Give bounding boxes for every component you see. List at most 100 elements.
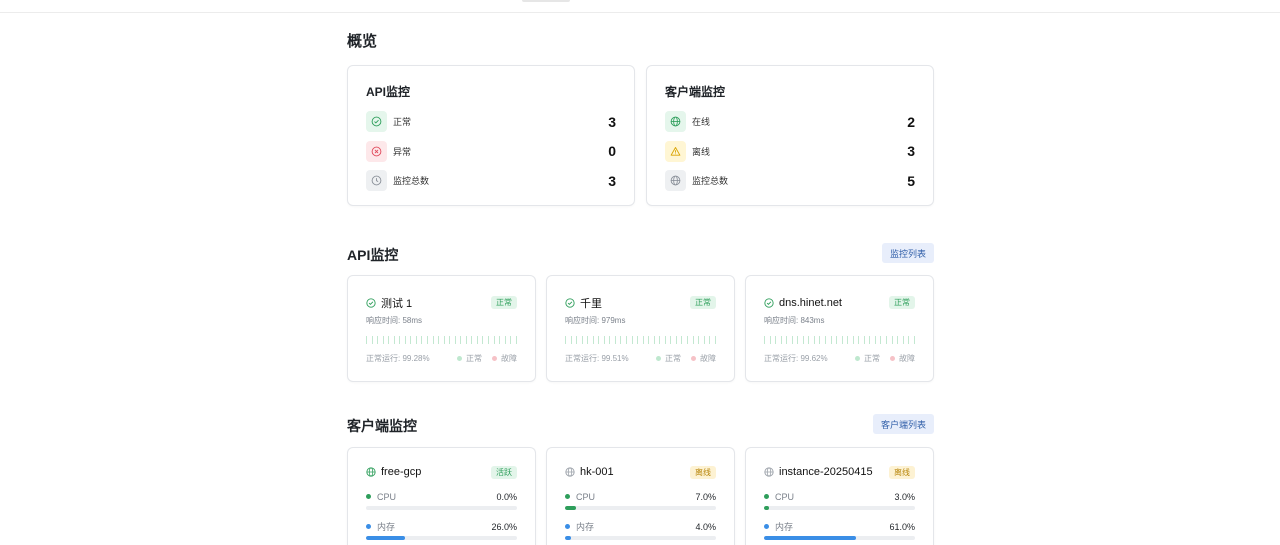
uptime-tick (454, 336, 456, 344)
client-card[interactable]: free-gcp 活跃 CPU 0.0% 内存 26.0% (347, 447, 536, 545)
uptime-tick (488, 336, 490, 344)
uptime-tick (443, 336, 445, 344)
client-card-header: free-gcp 活跃 (366, 465, 517, 479)
uptime-tick (642, 336, 644, 344)
cpu-bar (366, 506, 517, 510)
uptime-tick (825, 336, 827, 344)
overview-client-row-online: 在线 2 (665, 107, 915, 137)
api-card-name: dns.hinet.net (779, 296, 842, 309)
clock-icon (366, 170, 387, 192)
top-tab-indicator (522, 0, 570, 2)
uptime-tick (659, 336, 661, 344)
uptime-tick (858, 336, 860, 344)
uptime-tick (863, 336, 865, 344)
mem-value: 61.0% (889, 521, 915, 532)
mem-bar (366, 536, 517, 540)
api-uptime: 正常运行: 99.28% (366, 354, 430, 363)
mem-metric: 内存 4.0% (565, 521, 716, 540)
mem-dot (565, 524, 570, 529)
client-card[interactable]: hk-001 离线 CPU 7.0% 内存 4.0% (546, 447, 735, 545)
check-circle-icon (565, 297, 575, 308)
cpu-bar-fill (764, 506, 769, 510)
overview-api-row-normal: 正常 3 (366, 107, 616, 137)
globe-icon (565, 467, 575, 477)
uptime-tick (377, 336, 379, 344)
api-card[interactable]: 测试 1 正常 响应时间: 58ms 正常运行: 99.28% 正常 故障 (347, 275, 536, 382)
uptime-tick (476, 336, 478, 344)
cpu-metric: CPU 7.0% (565, 491, 716, 510)
uptime-tick (880, 336, 882, 344)
status-badge: 正常 (889, 296, 915, 309)
cpu-value: 3.0% (894, 491, 915, 502)
uptime-tick (637, 336, 639, 344)
client-card[interactable]: instance-20250415 离线 CPU 3.0% 内存 61.0% (745, 447, 934, 545)
legend-bad-label: 故障 (899, 354, 915, 363)
uptime-tick (609, 336, 611, 344)
api-card[interactable]: dns.hinet.net 正常 响应时间: 843ms 正常运行: 99.62… (745, 275, 934, 382)
uptime-tick (775, 336, 777, 344)
legend-ok: 正常 (457, 353, 482, 364)
uptime-tick (620, 336, 622, 344)
mem-dot (366, 524, 371, 529)
warning-icon (665, 140, 686, 162)
api-card-header: 测试 1 正常 (366, 296, 517, 310)
status-badge: 正常 (690, 296, 716, 309)
status-badge: 正常 (491, 296, 517, 309)
uptime-tick (366, 336, 367, 344)
overview-api-card-title: API监控 (366, 85, 411, 99)
api-card[interactable]: 千里 正常 响应时间: 979ms 正常运行: 99.51% 正常 故障 (546, 275, 735, 382)
mem-bar-fill (366, 536, 406, 540)
uptime-tick (836, 336, 838, 344)
uptime-tick (648, 336, 650, 344)
legend-ok: 正常 (656, 353, 681, 364)
client-section-title: 客户端监控 (347, 418, 417, 434)
status-badge: 活跃 (491, 465, 517, 479)
overview-row-label: 监控总数 (692, 176, 729, 187)
mem-bar (764, 536, 915, 540)
client-list-button[interactable]: 客户端列表 (872, 414, 934, 434)
uptime-tick (399, 336, 401, 344)
uptime-tick (415, 336, 417, 344)
overview-row-label: 在线 (692, 117, 711, 128)
check-circle-icon (366, 111, 387, 133)
cpu-label: CPU (775, 491, 795, 502)
uptime-tick (515, 336, 517, 344)
client-card-header: hk-001 离线 (565, 465, 716, 479)
legend-ok-label: 正常 (466, 354, 482, 363)
uptime-tick (847, 336, 849, 344)
uptime-tick (687, 336, 689, 344)
legend-bad-dot (890, 356, 895, 361)
uptime-tick (465, 336, 467, 344)
api-section-title: API监控 (347, 247, 399, 263)
uptime-tick (802, 336, 804, 344)
uptime-tick (681, 336, 683, 344)
uptime-tick (427, 336, 429, 344)
legend-ok: 正常 (855, 353, 880, 364)
cpu-bar (565, 506, 716, 510)
legend-bad-dot (492, 356, 497, 361)
uptime-tick (891, 336, 893, 344)
uptime-tick (565, 336, 566, 344)
cpu-value: 0.0% (496, 491, 517, 502)
overview-row-value: 3 (608, 113, 616, 130)
uptime-tick (626, 336, 628, 344)
monitor-list-button[interactable]: 监控列表 (881, 243, 934, 263)
uptime-tick (587, 336, 589, 344)
uptime-tick (504, 336, 506, 344)
uptime-tick (692, 336, 694, 344)
uptime-tick (421, 336, 423, 344)
uptime-tick (797, 336, 799, 344)
uptime-tick (819, 336, 821, 344)
uptime-tick (703, 336, 705, 344)
cpu-metric: CPU 0.0% (366, 491, 517, 510)
x-circle-icon (366, 140, 387, 162)
cpu-dot (366, 494, 371, 499)
uptime-tick (709, 336, 711, 344)
check-circle-icon (764, 297, 774, 308)
status-badge: 离线 (690, 465, 716, 479)
status-badge: 离线 (889, 465, 915, 479)
uptime-tick (764, 336, 765, 344)
uptime-tick (510, 336, 512, 344)
cpu-metric: CPU 3.0% (764, 491, 915, 510)
mem-bar (565, 536, 716, 540)
